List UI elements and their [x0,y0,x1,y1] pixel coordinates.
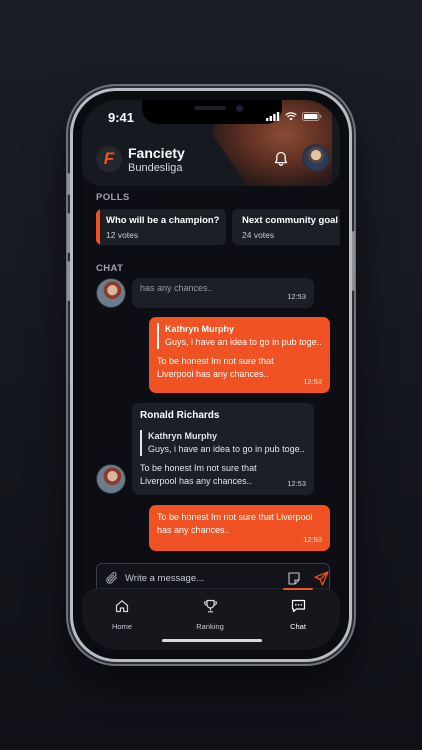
sender-avatar[interactable] [96,278,126,308]
message-text: To be honest Im not sure that Liverpool … [140,462,257,486]
volume-up-button [67,213,70,253]
poll-question: Who will be a champion? [106,215,220,226]
chat-message-outgoing[interactable]: To be honest Im not sure that Liverpool … [149,505,330,551]
active-tab-indicator [283,588,313,590]
bottom-tab-bar: Home Ranking Chat [82,588,340,650]
wifi-icon [285,112,297,121]
chat-section-label: CHAT [96,263,124,274]
home-indicator-bar [162,639,262,642]
app-screen: F Fanciety Bundesliga 9:41 POLLS Who wil… [82,100,340,650]
user-avatar[interactable] [302,144,330,172]
message-text: To be honest Im not sure that Liverpool … [157,512,313,536]
app-logo: F [96,146,122,172]
notifications-bell-icon[interactable] [270,148,292,170]
phone-frame: F Fanciety Bundesliga 9:41 POLLS Who wil… [67,88,355,662]
chat-message-outgoing[interactable]: Kathryn Murphy Guys, i have an idea to g… [149,317,330,393]
poll-card[interactable]: Who will be a champion? 12 votes [96,209,226,245]
quoted-author: Kathryn Murphy [165,324,235,334]
message-time: 12:53 [303,535,322,545]
tab-home[interactable]: Home [92,599,152,631]
tab-ranking[interactable]: Ranking [180,599,240,631]
quoted-text: Guys, i have an idea to go in pub toge.. [165,337,322,348]
chat-bubble-icon [291,599,305,613]
polls-carousel[interactable]: Who will be a champion? 12 votes Next co… [96,209,340,245]
mute-switch [67,173,70,195]
send-icon[interactable] [314,570,329,586]
message-sender-name: Ronald Richards [140,410,220,421]
message-time: 12:53 [287,292,306,302]
tab-chat[interactable]: Chat [268,588,328,631]
quoted-reply: Kathryn Murphy Guys, i have an idea to g… [157,323,322,350]
tab-label: Home [111,622,132,631]
cellular-signal-icon [266,112,280,121]
message-time: 12:53 [303,377,322,387]
sticker-note-icon[interactable] [288,571,300,585]
power-button [352,231,355,291]
tab-label: Ranking [196,622,224,631]
message-input[interactable] [125,572,268,584]
quoted-reply: Kathryn Murphy Guys, i have an idea to g… [140,429,306,456]
polls-section-label: POLLS [96,192,130,203]
poll-question: Next community goal pu [242,215,340,226]
poll-card[interactable]: Next community goal pu 24 votes [232,209,340,245]
status-bar: 9:41 [82,100,340,130]
app-name: Fanciety [128,145,185,161]
poll-votes: 24 votes [242,230,275,240]
league-name: Bundesliga [128,162,183,174]
battery-icon [302,112,322,121]
brand-block: Fanciety Bundesliga [128,145,185,174]
quoted-author: Kathryn Murphy [148,430,218,441]
tab-label: Chat [290,622,306,631]
home-icon [115,600,129,613]
quoted-text: Guys, i have an idea to go in pub toge.. [148,443,305,454]
chat-message-incoming[interactable]: Ronald Richards Kathryn Murphy Guys, i h… [132,403,314,495]
chat-message-incoming[interactable]: has any chances.. 12:53 [132,278,314,308]
message-time: 12:53 [287,479,306,489]
trophy-icon [203,599,217,613]
sender-avatar[interactable] [96,464,126,494]
poll-votes: 12 votes [106,230,139,240]
volume-down-button [67,261,70,301]
status-icons [266,112,322,121]
status-time: 9:41 [108,110,135,125]
message-text: To be honest Im not sure that Liverpool … [157,356,274,380]
message-text: has any chances.. [140,283,213,293]
attach-paperclip-icon[interactable] [105,571,119,585]
